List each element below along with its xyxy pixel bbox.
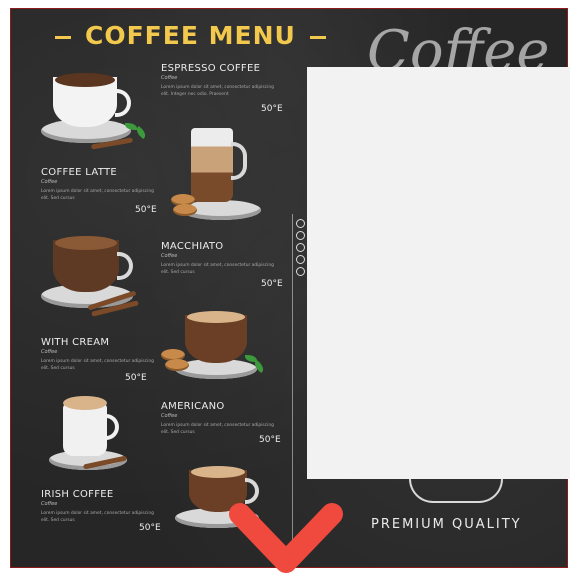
item-subtitle: Coffee [41, 179, 58, 185]
title-dash-left [55, 35, 71, 39]
menu-item-macchiato: MACCHIATO Coffee Lorem ipsum dolor sit a… [161, 241, 276, 276]
bead [296, 231, 305, 240]
menu-title-text: COFFEE MENU [85, 21, 296, 50]
latte-glass-illustration [171, 124, 261, 224]
item-name: COFFEE LATTE [41, 167, 117, 178]
item-price: 50°E [125, 373, 147, 383]
coffee-surface [55, 236, 117, 250]
cream-top [63, 396, 107, 410]
bead [296, 255, 305, 264]
cream-cup-illustration [161, 307, 271, 387]
item-name: ESPRESSO COFFEE [161, 63, 261, 74]
item-price: 50°E [261, 279, 283, 289]
cup-handle [117, 252, 133, 280]
menu-item-with-cream: WITH CREAM Coffee Lorem ipsum dolor sit … [41, 337, 156, 372]
menu-item-latte: COFFEE LATTE Coffee Lorem ipsum dolor si… [41, 167, 156, 202]
item-description: Lorem ipsum dolor sit amet, consectetur … [161, 85, 274, 97]
item-price: 50°E [135, 205, 157, 215]
item-subtitle: Coffee [41, 501, 58, 507]
vertical-divider [292, 214, 293, 544]
bead-string-decoration [296, 219, 306, 289]
cup-handle [115, 89, 131, 117]
coffee-surface [191, 466, 245, 478]
title-dash-right [309, 35, 326, 39]
item-description: Lorem ipsum dolor sit amet, consectetur … [41, 511, 154, 523]
item-subtitle: Coffee [41, 349, 58, 355]
partial-cup-outline [409, 479, 503, 503]
bead [296, 243, 305, 252]
menu-title: COFFEE MENU [41, 21, 340, 50]
glass-body [191, 128, 233, 202]
item-description: Lorem ipsum dolor sit amet, consectetur … [161, 423, 274, 435]
item-name: WITH CREAM [41, 337, 110, 348]
coffee-surface [55, 73, 115, 87]
item-name: AMERICANO [161, 401, 225, 412]
item-description: Lorem ipsum dolor sit amet, consectetur … [41, 189, 154, 201]
premium-quality-label: PREMIUM QUALITY [371, 517, 522, 532]
bead [296, 267, 305, 276]
item-subtitle: Coffee [161, 253, 178, 259]
coffee-surface [187, 311, 245, 323]
glass-handle [231, 142, 247, 180]
espresso-cup-illustration [41, 71, 151, 151]
menu-item-americano: AMERICANO Coffee Lorem ipsum dolor sit a… [161, 401, 276, 436]
item-subtitle: Coffee [161, 75, 178, 81]
item-price: 50°E [259, 435, 281, 445]
item-description: Lorem ipsum dolor sit amet, consectetur … [41, 359, 154, 371]
cookie [165, 359, 189, 371]
menu-item-espresso: ESPRESSO COFFEE Coffee Lorem ipsum dolor… [161, 63, 276, 98]
cup-handle [105, 414, 119, 440]
mint-leaf [134, 125, 148, 140]
bead [296, 219, 305, 228]
item-subtitle: Coffee [161, 413, 178, 419]
item-price: 50°E [261, 104, 283, 114]
menu-item-irish: IRISH COFFEE Coffee Lorem ipsum dolor si… [41, 489, 156, 524]
macchiato-cup-illustration [41, 234, 151, 319]
item-name: IRISH COFFEE [41, 489, 114, 500]
item-name: MACCHIATO [161, 241, 224, 252]
cookie [173, 204, 197, 216]
item-description: Lorem ipsum dolor sit amet, consectetur … [161, 263, 274, 275]
americano-cup-illustration [49, 394, 139, 474]
chevron-down-icon[interactable] [226, 500, 346, 580]
blank-overlay-panel [307, 67, 570, 479]
cup-body [63, 404, 107, 456]
item-price: 50°E [139, 523, 161, 533]
